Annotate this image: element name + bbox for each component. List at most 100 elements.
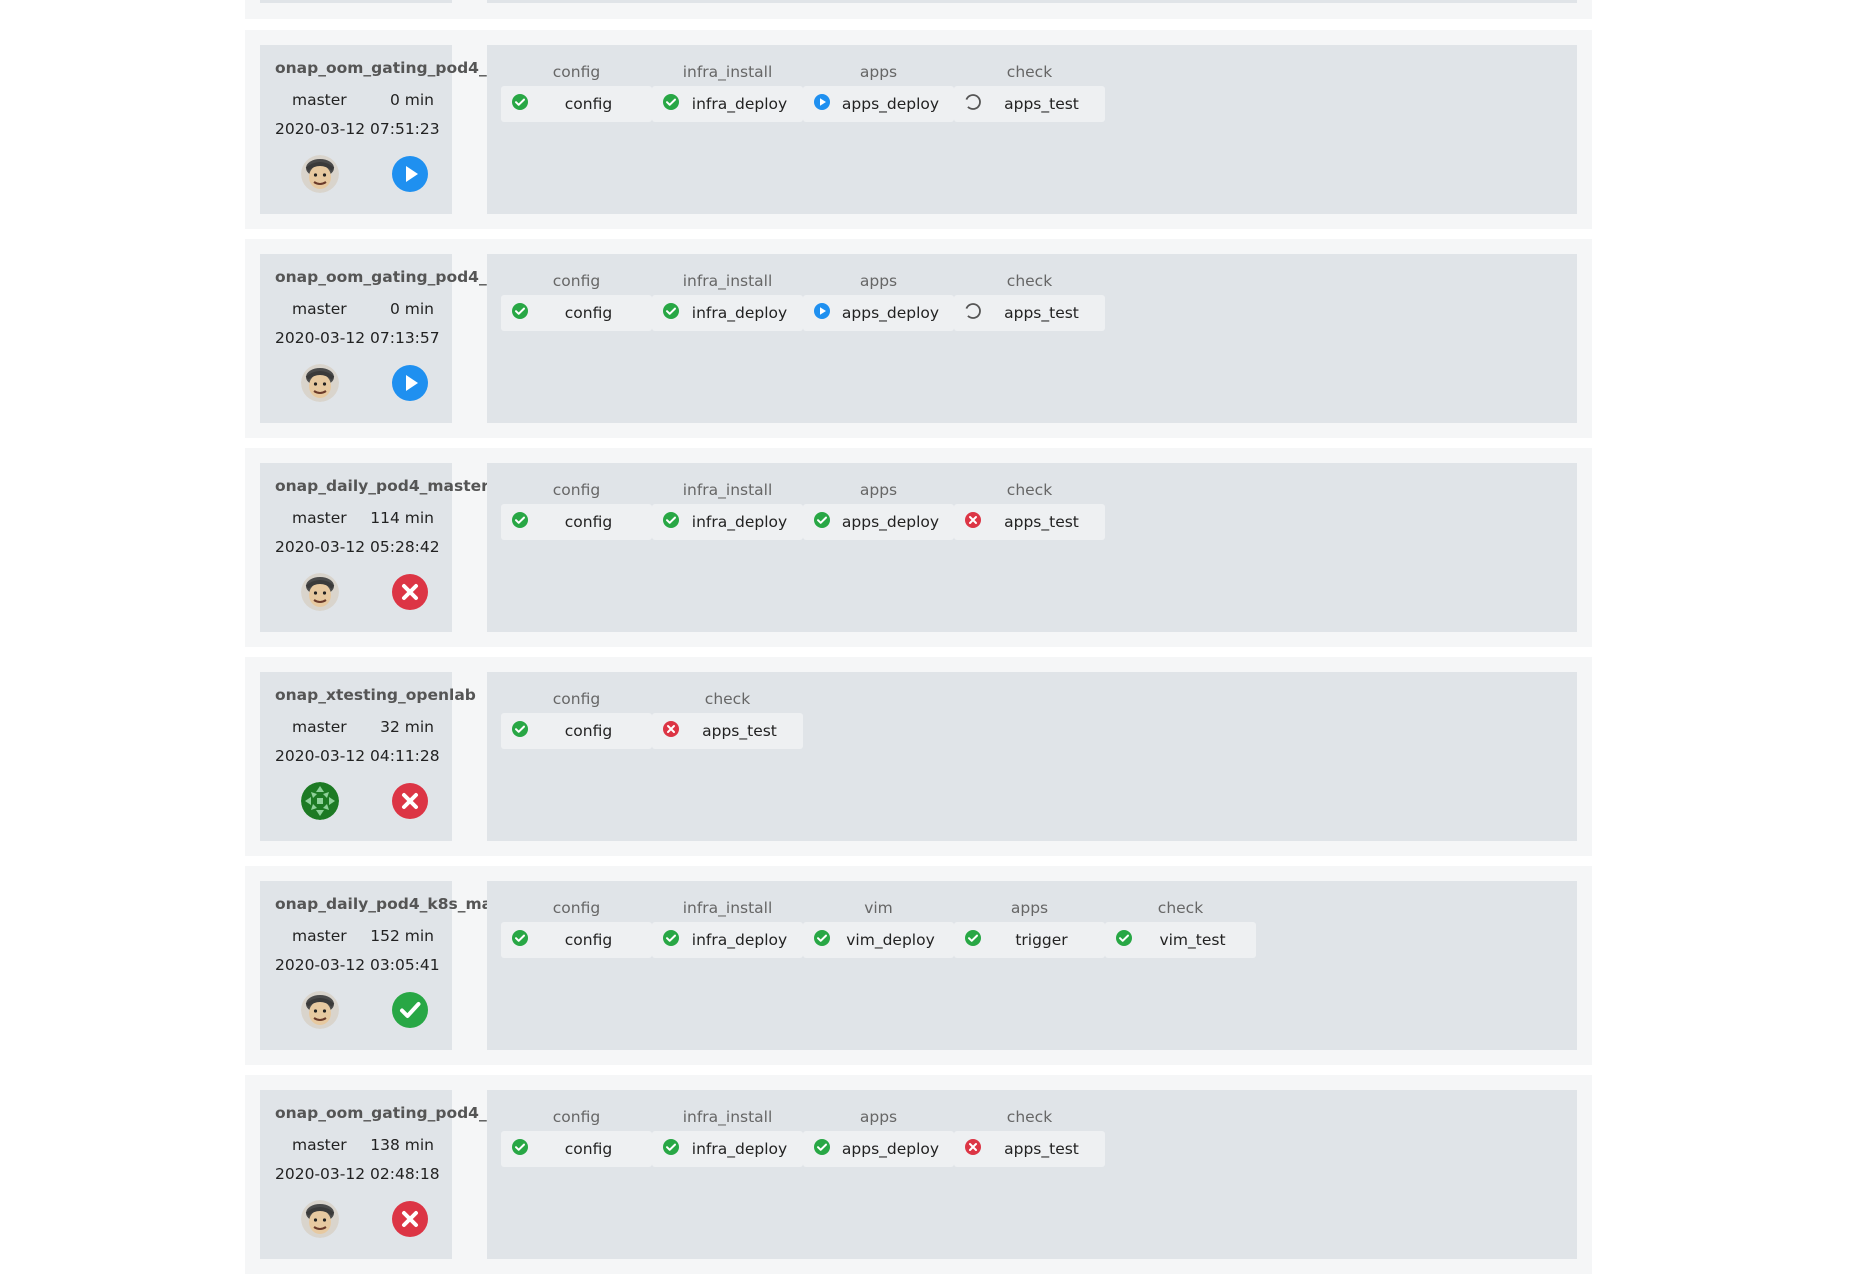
job-name: vim_test	[1159, 931, 1226, 949]
user-avatar-icon[interactable]	[301, 1200, 339, 1238]
user-avatar-icon[interactable]	[301, 155, 339, 193]
job-status-success-icon	[813, 511, 831, 529]
pipeline-duration: 138 min	[370, 1136, 434, 1154]
job-button[interactable]: infra_deploy	[652, 1131, 803, 1167]
pipeline-stages-panel	[487, 0, 1577, 3]
stage-title: check	[1006, 272, 1053, 290]
job-button[interactable]: infra_deploy	[652, 922, 803, 958]
pipeline-info-panel: onap_oom_gating_pod4_2 master 0 min 2020…	[260, 254, 498, 423]
pipeline-branch: master	[292, 927, 347, 945]
pipeline-status-failed-icon[interactable]	[392, 574, 428, 610]
stage-title: apps	[859, 63, 898, 81]
stage-title: apps	[859, 481, 898, 499]
job-button[interactable]: apps_deploy	[803, 295, 954, 331]
pipeline-date: 2020-03-12 03:05:41	[275, 956, 440, 974]
pipeline-duration: 114 min	[370, 509, 434, 527]
pipeline-name[interactable]: onap_oom_gating_pod4_3	[275, 1104, 498, 1122]
job-button[interactable]: config	[501, 713, 652, 749]
job-button[interactable]: apps_test	[954, 504, 1105, 540]
stage-title: check	[1006, 63, 1053, 81]
user-avatar-icon[interactable]	[301, 573, 339, 611]
job-status-success-icon	[813, 1138, 831, 1156]
job-button[interactable]: apps_deploy	[803, 86, 954, 122]
pipeline-info-panel: onap_daily_pod4_k8s_master master 152 mi…	[260, 881, 527, 1050]
job-status-failed-icon	[964, 1138, 982, 1156]
job-status-success-icon	[662, 302, 680, 320]
job-name: apps_test	[1004, 95, 1079, 113]
job-button[interactable]: apps_test	[652, 713, 803, 749]
job-status-success-icon	[662, 511, 680, 529]
stage-title: check	[1006, 1108, 1053, 1126]
pipeline-info-panel: onap_daily_pod4_master master 114 min 20…	[260, 463, 489, 632]
stage-title: check	[1006, 481, 1053, 499]
pipeline-info-panel: onap_oom_gating_pod4_3 master 138 min 20…	[260, 1090, 498, 1259]
job-button[interactable]: config	[501, 922, 652, 958]
job-status-success-icon	[813, 929, 831, 947]
job-name: apps_deploy	[841, 1140, 940, 1158]
job-name: vim_deploy	[846, 931, 935, 949]
job-button[interactable]: infra_deploy	[652, 86, 803, 122]
job-button[interactable]: vim_deploy	[803, 922, 954, 958]
user-avatar-icon[interactable]	[301, 364, 339, 402]
pipeline-date: 2020-03-12 05:28:42	[275, 538, 440, 556]
user-avatar-icon[interactable]	[301, 991, 339, 1029]
pipeline-card: onap_daily_pod4_k8s_master master 152 mi…	[245, 866, 1592, 1065]
pipeline-status-failed-icon[interactable]	[392, 1201, 428, 1237]
job-status-running-icon	[813, 302, 831, 320]
stage-title: vim	[864, 899, 893, 917]
pipeline-stages-panel: config config infra_install infra_deploy…	[487, 1090, 1577, 1259]
pipeline-name[interactable]: onap_xtesting_openlab	[275, 686, 476, 704]
job-button[interactable]: config	[501, 295, 652, 331]
job-status-success-icon	[1115, 929, 1133, 947]
job-status-failed-icon	[662, 720, 680, 738]
job-button[interactable]: config	[501, 1131, 652, 1167]
pipeline-card: onap_oom_gating_pod4_3 master 0 min 2020…	[245, 30, 1592, 229]
pipeline-status-success-icon[interactable]	[392, 992, 428, 1028]
pipeline-status-failed-icon[interactable]	[392, 783, 428, 819]
job-button[interactable]: config	[501, 504, 652, 540]
pipeline-stages-panel: config config infra_install infra_deploy…	[487, 45, 1577, 214]
pipeline-duration: 32 min	[380, 718, 434, 736]
stage-title: infra_install	[682, 272, 773, 290]
job-status-success-icon	[511, 511, 529, 529]
job-button[interactable]: apps_deploy	[803, 1131, 954, 1167]
job-name: trigger	[1015, 931, 1068, 949]
identicon-avatar-icon[interactable]	[301, 782, 339, 820]
job-name: apps_deploy	[841, 513, 940, 531]
job-status-success-icon	[964, 929, 982, 947]
pipeline-status-running-icon[interactable]	[392, 365, 428, 401]
pipeline-date: 2020-03-12 07:13:57	[275, 329, 440, 347]
pipeline-status-running-icon[interactable]	[392, 156, 428, 192]
pipeline-date: 2020-03-12 02:48:18	[275, 1165, 440, 1183]
job-status-success-icon	[511, 302, 529, 320]
job-name: infra_deploy	[691, 513, 788, 531]
pipeline-stages-panel: config config infra_install infra_deploy…	[487, 881, 1577, 1050]
job-name: config	[564, 931, 613, 949]
job-name: apps_test	[1004, 304, 1079, 322]
job-button[interactable]: apps_deploy	[803, 504, 954, 540]
pipeline-branch: master	[292, 300, 347, 318]
job-button[interactable]: trigger	[954, 922, 1105, 958]
stage-title: infra_install	[682, 899, 773, 917]
job-name: infra_deploy	[691, 1140, 788, 1158]
pipeline-stages-panel: config config infra_install infra_deploy…	[487, 463, 1577, 632]
pipeline-name[interactable]: onap_daily_pod4_master	[275, 477, 489, 495]
stage-title: check	[704, 690, 751, 708]
stage-title: config	[552, 63, 601, 81]
job-button[interactable]: vim_test	[1105, 922, 1256, 958]
job-name: infra_deploy	[691, 95, 788, 113]
pipeline-list: onap_oom_gating_pod4_3 master 0 min 2020…	[0, 0, 1852, 1274]
job-name: config	[564, 95, 613, 113]
pipeline-name[interactable]: onap_oom_gating_pod4_2	[275, 268, 498, 286]
job-status-pending-icon	[964, 302, 982, 320]
pipeline-name[interactable]: onap_oom_gating_pod4_3	[275, 59, 498, 77]
job-button[interactable]: config	[501, 86, 652, 122]
stage-title: apps	[859, 272, 898, 290]
pipeline-card: onap_oom_gating_pod4_2 master 0 min 2020…	[245, 239, 1592, 438]
job-button[interactable]: apps_test	[954, 86, 1105, 122]
job-button[interactable]: apps_test	[954, 295, 1105, 331]
job-status-success-icon	[662, 929, 680, 947]
job-button[interactable]: apps_test	[954, 1131, 1105, 1167]
job-button[interactable]: infra_deploy	[652, 504, 803, 540]
job-button[interactable]: infra_deploy	[652, 295, 803, 331]
